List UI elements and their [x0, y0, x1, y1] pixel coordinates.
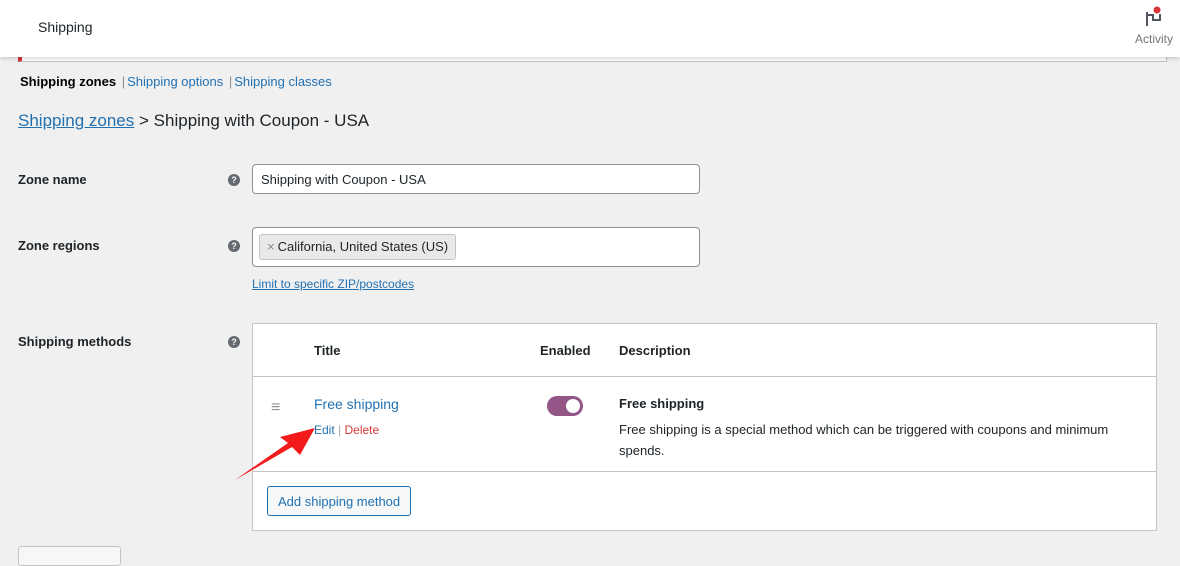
zone-regions-select[interactable]: × California, United States (US): [252, 227, 700, 267]
table-row: ≡ Free shipping Edit | Delete Free shipp…: [253, 377, 1156, 472]
method-title-link[interactable]: Free shipping: [314, 396, 399, 412]
page-header-title: Shipping: [38, 19, 93, 35]
shipping-subnav: Shipping zones | Shipping options | Shippi…: [20, 74, 332, 89]
top-bar: Shipping Activity: [0, 0, 1180, 57]
delete-link[interactable]: Delete: [345, 423, 380, 437]
annotation-arrow-icon: [235, 428, 315, 480]
activity-button[interactable]: Activity: [1128, 6, 1180, 46]
activity-label: Activity: [1134, 32, 1173, 46]
table-header: Title Enabled Description: [253, 324, 1156, 377]
separator: |: [338, 423, 342, 437]
zone-name-label: Zone name: [18, 172, 87, 187]
column-description: Description: [619, 343, 691, 358]
separator: |: [228, 74, 233, 89]
help-icon[interactable]: ?: [228, 174, 240, 186]
breadcrumb: Shipping zones > Shipping with Coupon - …: [18, 111, 369, 131]
page-title: Shipping with Coupon - USA: [153, 111, 370, 130]
shipping-methods-label: Shipping methods: [18, 334, 132, 349]
limit-postcodes-link[interactable]: Limit to specific ZIP/postcodes: [252, 277, 414, 291]
region-chip-label: California, United States (US): [277, 239, 449, 254]
description-title: Free shipping: [619, 396, 705, 411]
add-shipping-method-button[interactable]: Add shipping method: [267, 486, 412, 516]
zone-name-input[interactable]: Shipping with Coupon - USA: [252, 164, 700, 194]
description-text: Free shipping is a special method which …: [619, 422, 1109, 458]
flag-icon: [1146, 6, 1161, 26]
subnav-shipping-options[interactable]: Shipping options: [127, 74, 223, 89]
zone-regions-label: Zone regions: [18, 238, 100, 253]
subnav-shipping-classes[interactable]: Shipping classes: [234, 74, 332, 89]
remove-chip-icon[interactable]: ×: [267, 239, 275, 254]
save-changes-button[interactable]: [18, 546, 121, 566]
column-enabled: Enabled: [540, 343, 591, 358]
drag-handle-icon[interactable]: ≡: [271, 399, 280, 417]
separator: |: [121, 74, 126, 89]
help-icon[interactable]: ?: [228, 240, 240, 252]
column-title: Title: [314, 343, 341, 358]
breadcrumb-separator: >: [139, 111, 149, 130]
enabled-toggle[interactable]: [547, 396, 583, 416]
breadcrumb-shipping-zones-link[interactable]: Shipping zones: [18, 111, 134, 130]
help-icon[interactable]: ?: [228, 336, 240, 348]
row-actions: Edit | Delete: [314, 423, 379, 437]
shipping-methods-table: Title Enabled Description ≡ Free shippin…: [252, 323, 1157, 531]
region-chip: × California, United States (US): [259, 234, 457, 260]
subnav-shipping-zones[interactable]: Shipping zones: [20, 74, 116, 89]
